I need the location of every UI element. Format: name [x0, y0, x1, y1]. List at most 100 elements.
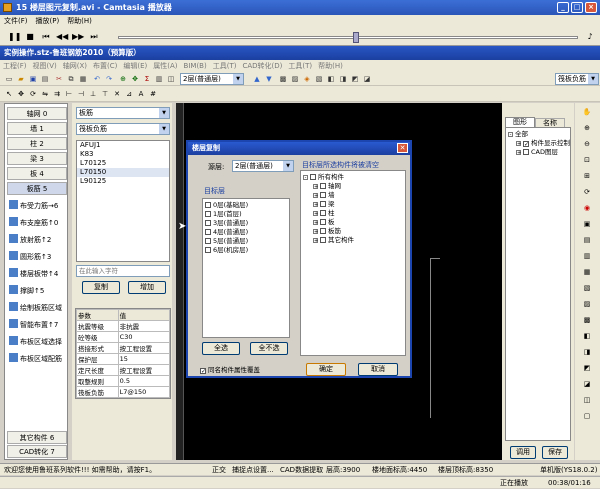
text-icon[interactable]: A — [136, 89, 146, 99]
table-row[interactable]: 筏板负筋 L7@150 — [76, 386, 171, 398]
category-wall[interactable]: 墙 1 — [7, 122, 67, 135]
checkbox[interactable] — [320, 183, 326, 189]
tab-graphics[interactable]: 图形 — [505, 117, 535, 127]
zoom-window-icon[interactable]: ⊡ — [582, 155, 592, 165]
table-row[interactable]: 定尺长度 按工程设置 — [76, 364, 171, 376]
category-slab-rebar[interactable]: 板筋 5 — [7, 182, 67, 195]
type-select[interactable]: 筏板负筋 ▼ — [76, 123, 170, 135]
pan-icon[interactable]: ✋ — [582, 107, 592, 117]
view-icon[interactable]: ◧ — [582, 331, 592, 341]
rotate-icon[interactable]: ⟳ — [28, 89, 38, 99]
element-select[interactable]: 筏板负筋 ▼ — [555, 73, 599, 85]
category-other[interactable]: 其它构件 6 — [7, 431, 67, 444]
grid-icon[interactable]: # — [148, 89, 158, 99]
open-icon[interactable]: ▰ — [16, 74, 26, 84]
tool-icon[interactable]: ▨ — [290, 74, 300, 84]
view-icon[interactable]: ▧ — [582, 283, 592, 293]
checkbox[interactable] — [320, 192, 326, 198]
move-icon[interactable]: ✥ — [16, 89, 26, 99]
seek-bar[interactable] — [118, 36, 578, 39]
view-icon[interactable]: ▣ — [582, 219, 592, 229]
prop-value[interactable]: 15 — [117, 353, 171, 365]
maximize-icon[interactable]: □ — [571, 2, 583, 13]
app-menu-item[interactable]: 工程(F) — [0, 60, 30, 72]
app-menu-item[interactable]: 视图(V) — [30, 60, 60, 72]
tree-item[interactable]: + 梁 — [303, 200, 403, 209]
tree-item[interactable]: + CAD图层 — [508, 148, 568, 157]
view-icon[interactable]: ▥ — [582, 251, 592, 261]
table-row[interactable]: 取整规则 0.5 — [76, 375, 171, 387]
prop-value[interactable]: 按工程设置 — [117, 342, 171, 354]
zoom-out-icon[interactable]: ⊖ — [582, 139, 592, 149]
menu-file[interactable]: 文件(F) — [0, 15, 32, 28]
paste-icon[interactable]: ▦ — [78, 74, 88, 84]
ortho-toggle[interactable]: 正交 — [212, 464, 226, 476]
app-menu-item[interactable]: CAD转化(D) — [239, 60, 285, 72]
app-menu-item[interactable]: 帮助(H) — [315, 60, 346, 72]
select-icon[interactable]: ↖ — [4, 89, 14, 99]
app-menu-item[interactable]: BIM(B) — [181, 60, 210, 72]
list-item-selected[interactable]: L70150 — [77, 168, 169, 177]
list-item[interactable]: L70125 — [77, 159, 169, 168]
checkbox[interactable] — [320, 228, 326, 234]
expand-icon[interactable]: + — [313, 211, 318, 217]
layer-icon[interactable]: ◫ — [166, 74, 176, 84]
target-floor-item[interactable]: 6层(机房层) — [205, 246, 287, 255]
table-row[interactable]: 砼等级 C30 — [76, 331, 171, 343]
save-button[interactable]: 保存 — [542, 446, 568, 459]
expand-icon[interactable]: + — [313, 238, 318, 244]
checkbox[interactable] — [205, 238, 211, 244]
app-menu-item[interactable]: 布置(C) — [90, 60, 120, 72]
refresh-icon[interactable]: ⟳ — [582, 187, 592, 197]
checkbox[interactable] — [205, 211, 211, 217]
table-row[interactable]: 搭接形式 按工程设置 — [76, 342, 171, 354]
floor-up-icon[interactable]: ▲ — [252, 74, 262, 84]
zoom-all-icon[interactable]: ⊞ — [582, 171, 592, 181]
cad-extract[interactable]: CAD数据提取 — [280, 464, 323, 476]
tree-item[interactable]: + 柱 — [303, 209, 403, 218]
tool-icon[interactable]: ◪ — [362, 74, 372, 84]
undo-icon[interactable]: ↶ — [92, 74, 102, 84]
redo-icon[interactable]: ↷ — [104, 74, 114, 84]
expand-icon[interactable]: + — [313, 229, 318, 235]
target-floor-item[interactable]: 3层(普通层) — [205, 219, 287, 228]
tool-icon[interactable]: ▧ — [314, 74, 324, 84]
category-column[interactable]: 柱 2 — [7, 137, 67, 150]
pan-icon[interactable]: ✥ — [130, 74, 140, 84]
collapse-icon[interactable]: - — [508, 132, 513, 138]
join-icon[interactable]: ⊤ — [100, 89, 110, 99]
category-cad[interactable]: CAD转化 7 — [7, 445, 67, 458]
break-icon[interactable]: ⊥ — [88, 89, 98, 99]
view-icon[interactable]: ▨ — [582, 299, 592, 309]
expand-icon[interactable]: + — [313, 220, 318, 226]
view-icon[interactable]: ▤ — [582, 235, 592, 245]
tool-icon[interactable]: ◈ — [302, 74, 312, 84]
view-icon[interactable]: ◉ — [582, 203, 592, 213]
skip-end-icon[interactable]: ⏭ — [88, 31, 100, 43]
tree-item[interactable]: + 板筋 — [303, 227, 403, 236]
view-icon[interactable]: ◩ — [582, 363, 592, 373]
tool-icon[interactable]: ▩ — [278, 74, 288, 84]
snap-settings[interactable]: 捕捉点设置... — [232, 464, 274, 476]
expand-icon[interactable]: + — [313, 202, 318, 208]
list-item[interactable]: AFUJ1 — [77, 141, 169, 150]
copy-button[interactable]: 复制 — [82, 281, 120, 294]
tool-support-leg[interactable]: 撑脚↑5 — [9, 285, 69, 298]
target-floor-item[interactable]: 0层(基础层) — [205, 201, 287, 210]
target-floor-item[interactable]: 5层(普通层) — [205, 237, 287, 246]
menu-help[interactable]: 帮助(H) — [63, 15, 96, 28]
checkbox[interactable] — [320, 219, 326, 225]
category-select[interactable]: 板筋 ▼ — [76, 107, 170, 119]
close-icon[interactable]: × — [585, 2, 597, 13]
apply-button[interactable]: 调用 — [510, 446, 536, 459]
tree-item[interactable]: + 墙 — [303, 191, 403, 200]
expand-icon[interactable]: + — [516, 150, 521, 156]
select-none-button[interactable]: 全不选 — [250, 342, 288, 355]
tool-slab-band[interactable]: 楼层板带↑4 — [9, 268, 69, 281]
app-menu-item[interactable]: 轴网(X) — [60, 60, 90, 72]
view-icon[interactable]: ◪ — [582, 379, 592, 389]
tool-draw-region[interactable]: 绘制板筋区域 — [9, 302, 69, 315]
new-icon[interactable]: ▭ — [4, 74, 14, 84]
tree-root[interactable]: - 全部 — [508, 130, 568, 139]
target-floor-item[interactable]: 1层(首层) — [205, 210, 287, 219]
